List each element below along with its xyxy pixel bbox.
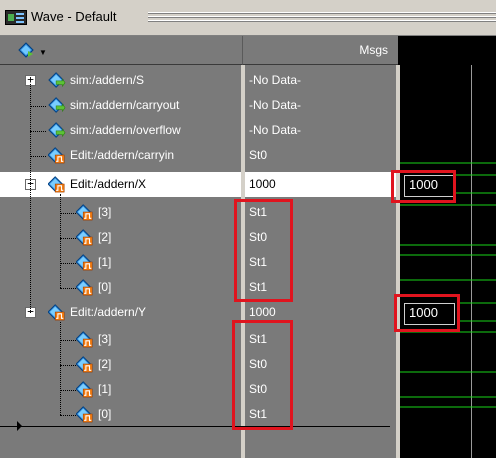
value-row[interactable]: St0 [245,377,396,402]
y-bus-value[interactable]: 1000 [404,303,455,325]
tree-connector [60,322,61,415]
sim-signal-icon [48,97,66,113]
signal-row[interactable]: [1] [0,377,241,402]
edit-signal-icon [76,356,93,373]
edit-signal-icon [76,406,93,423]
sim-signal-icon [48,72,66,88]
msgs-header: Msgs [243,36,398,65]
tree-branch [60,365,76,366]
tree-spine [30,84,31,313]
signal-name: Edit:/addern/Y [70,305,147,319]
signal-names-pane[interactable]: + sim:/addern/S sim:/addern/carryout sim:/a… [0,65,243,458]
signal-value: St1 [249,205,268,219]
signal-row[interactable]: [3] [0,200,241,225]
signal-value: St0 [249,148,268,162]
signal-value: St1 [249,332,268,346]
signal-name: Edit:/addern/carryin [70,148,175,162]
tree-branch [30,131,46,132]
value-row[interactable]: 1000 [245,172,396,197]
tree-branch [60,340,76,341]
edit-signal-icon [76,331,93,348]
signal-name: Edit:/addern/X [70,177,147,191]
title-bar-grip[interactable] [148,12,496,23]
signal-name: [1] [98,255,112,269]
window-title: Wave - Default [31,9,117,24]
edit-signal-icon [48,176,65,193]
value-row[interactable]: St0 [245,225,396,250]
value-row[interactable]: -No Data- [245,118,396,143]
tree-branch [30,156,46,157]
edit-signal-icon [76,229,93,246]
tree-branch [60,288,76,289]
signal-row[interactable]: − Edit:/addern/X [0,172,241,197]
signal-row[interactable]: [0] [0,275,241,300]
edit-signal-icon [76,381,93,398]
tree-branch [60,213,76,214]
edit-signal-icon [48,304,65,321]
wave-window-icon [5,10,27,25]
value-row[interactable]: St1 [245,250,396,275]
tree-branch [60,415,76,416]
signal-value: -No Data- [249,98,302,112]
signal-diamond-dropdown-icon[interactable] [18,42,34,58]
signal-row[interactable]: [0] [0,402,241,427]
wave-header [398,36,496,65]
signal-value: St1 [249,407,268,421]
signal-value: -No Data- [249,73,302,87]
signal-name: sim:/addern/carryout [70,98,180,112]
msgs-column-label: Msgs [359,43,388,57]
signal-name: sim:/addern/overflow [70,123,181,137]
value-row[interactable]: -No Data- [245,68,396,93]
value-row[interactable]: St0 [245,143,396,168]
signal-name: sim:/addern/S [70,73,145,87]
signal-row[interactable]: − Edit:/addern/Y [0,300,241,325]
tree-branch [30,106,46,107]
signal-row[interactable]: [2] [0,225,241,250]
x-bus-value[interactable]: 1000 [404,175,455,197]
cursor-line [0,426,390,427]
signal-name: [1] [98,382,112,396]
signal-row[interactable]: [3] [0,327,241,352]
signal-value: St0 [249,382,268,396]
value-row[interactable]: St0 [245,352,396,377]
signal-value: St0 [249,230,268,244]
signal-name: [0] [98,280,112,294]
tree-connector [60,194,61,288]
signal-name: [2] [98,230,112,244]
signal-row[interactable]: + sim:/addern/S [0,68,241,93]
title-bar[interactable]: Wave - Default [0,0,496,36]
edit-signal-icon [76,204,93,221]
signal-values-pane[interactable]: -No Data- -No Data- -No Data- St0 1000 St1 St0… [245,65,398,458]
signal-value: 1000 [249,305,276,319]
tree-branch [60,238,76,239]
signal-value: St1 [249,280,268,294]
signal-value: St0 [249,357,268,371]
signal-name: [3] [98,332,112,346]
signal-row[interactable]: [1] [0,250,241,275]
dropdown-arrow-icon[interactable]: ▼ [39,48,47,57]
edit-signal-icon [76,279,93,296]
signal-row[interactable]: [2] [0,352,241,377]
value-row[interactable]: St1 [245,200,396,225]
signal-name: [3] [98,205,112,219]
signal-value: 1000 [249,177,276,191]
value-row[interactable]: St1 [245,275,396,300]
edit-signal-icon [76,254,93,271]
tree-branch [60,390,76,391]
names-header: ▼ [0,36,243,65]
signal-value: -No Data- [249,123,302,137]
value-row[interactable]: -No Data- [245,93,396,118]
value-row[interactable]: St1 [245,327,396,352]
value-row[interactable]: 1000 [245,300,396,325]
signal-value: St1 [249,255,268,269]
waveform-canvas[interactable] [400,65,496,458]
waveform-pane[interactable] [400,65,496,458]
signal-name: [2] [98,357,112,371]
sim-signal-icon [48,122,66,138]
value-row[interactable]: St1 [245,402,396,427]
tree-branch [60,263,76,264]
signal-name: [0] [98,407,112,421]
edit-signal-icon [48,147,65,164]
